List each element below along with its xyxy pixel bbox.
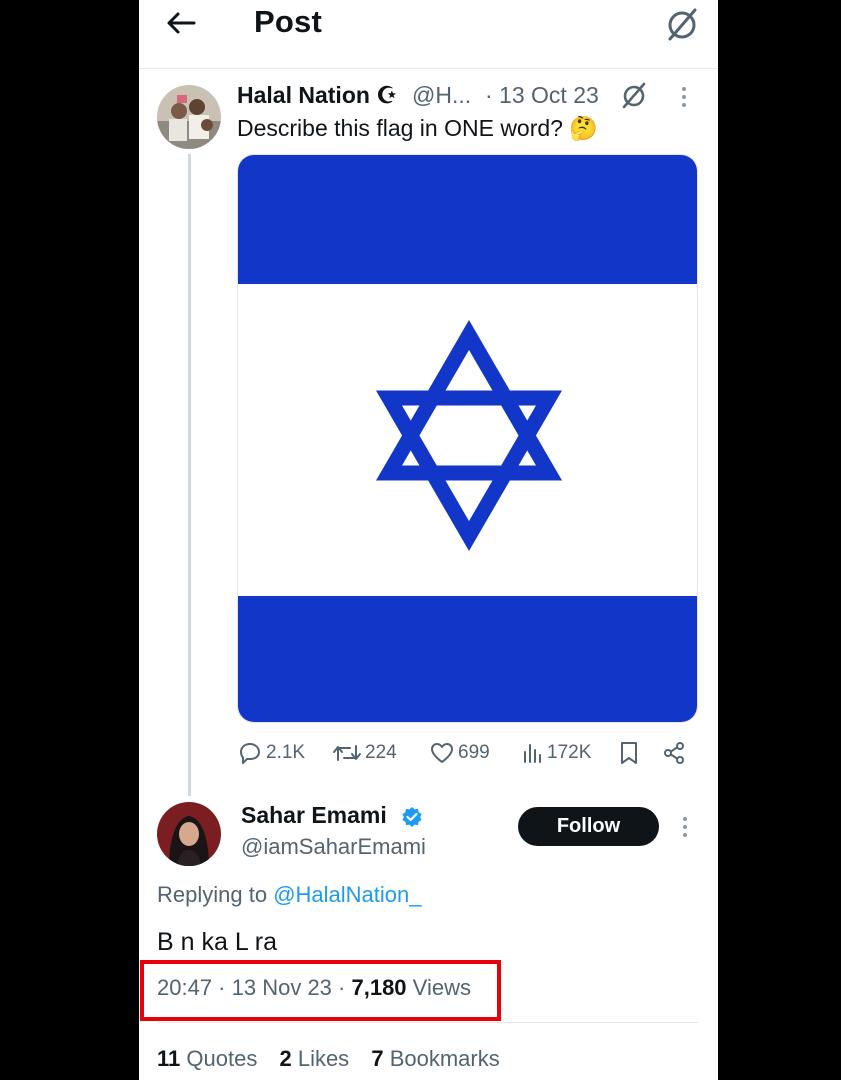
quotes-stat[interactable]: 11 Quotes: [157, 1046, 257, 1071]
like-button[interactable]: 699: [429, 738, 490, 768]
likes-count: 2: [279, 1046, 292, 1071]
verified-badge-icon: [401, 806, 423, 828]
grok-icon: [622, 82, 646, 109]
back-button[interactable]: [161, 6, 201, 46]
profile-photo: [157, 85, 221, 149]
more-vertical-icon: [683, 817, 687, 837]
analytics-icon: [524, 744, 541, 763]
thread-line: [188, 154, 191, 796]
tweet-meta: 20:47 · 13 Nov 23 · 7,180 Views: [157, 975, 471, 1000]
more-options-button[interactable]: [672, 84, 696, 110]
repost-icon: [333, 745, 361, 761]
quotes-count: 11: [157, 1046, 181, 1071]
grok-icon: [668, 8, 697, 41]
author-name[interactable]: Sahar Emami: [241, 802, 387, 829]
like-count: 699: [458, 742, 490, 763]
bookmarks-stat[interactable]: 7 Bookmarks: [371, 1046, 499, 1071]
tweet-time[interactable]: 20:47: [157, 975, 212, 1000]
avatar[interactable]: [157, 802, 221, 866]
quotes-label: Quotes: [186, 1046, 258, 1071]
avatar[interactable]: [157, 85, 221, 149]
likes-stat[interactable]: 2 Likes: [279, 1046, 349, 1071]
grok-explain-button[interactable]: [619, 80, 649, 110]
bookmarks-label: Bookmarks: [389, 1046, 500, 1071]
israel-flag-image: [238, 155, 697, 722]
profile-photo: [157, 802, 221, 866]
reply-icon: [240, 743, 260, 764]
top-bar: Post: [139, 0, 718, 69]
tweet-text: Describe this flag in ONE word? 🤔: [237, 115, 598, 141]
bookmark-button[interactable]: [617, 738, 641, 768]
heart-icon: [431, 743, 453, 763]
likes-label: Likes: [297, 1046, 350, 1071]
more-options-button[interactable]: [673, 814, 697, 840]
views-button[interactable]: 172K: [522, 738, 591, 768]
share-button[interactable]: [661, 738, 687, 768]
tweet-image[interactable]: [237, 154, 698, 723]
author-handle[interactable]: @iamSaharEmami: [241, 834, 426, 860]
views-count: 7,180: [351, 975, 407, 1000]
reply-button[interactable]: 2.1K: [237, 738, 305, 768]
grok-button[interactable]: [662, 4, 702, 44]
follow-button[interactable]: Follow: [518, 807, 659, 846]
repost-count: 224: [365, 742, 397, 763]
divider: [157, 1022, 698, 1023]
author-handle[interactable]: @H...: [412, 82, 471, 109]
author-name[interactable]: Halal Nation ☪: [237, 82, 397, 109]
reply-count: 2.1K: [266, 742, 306, 763]
replying-handle-link[interactable]: @HalalNation_: [273, 882, 421, 907]
crescent-badge-icon: ☪: [376, 82, 397, 108]
replying-prefix: Replying to: [157, 882, 268, 907]
bookmark-icon: [621, 742, 637, 764]
views-count: 172K: [547, 742, 592, 763]
tweet-text: B n ka L ra: [157, 928, 277, 956]
tweet-actions: 2.1K 224 699 172K: [237, 738, 697, 768]
repost-button[interactable]: 224: [332, 738, 397, 768]
share-icon: [664, 742, 684, 764]
tweet-date[interactable]: 13 Nov 23: [232, 975, 332, 1000]
arrow-left-icon: [167, 12, 196, 34]
replying-to: Replying to @HalalNation_: [157, 882, 422, 908]
author-name-text: Halal Nation: [237, 82, 370, 108]
page-title: Post: [254, 4, 322, 39]
views-label: Views: [412, 975, 471, 1000]
engagement-stats: 11 Quotes 2 Likes 7 Bookmarks: [157, 1046, 516, 1072]
tweet-date[interactable]: · 13 Oct 23: [485, 82, 599, 109]
more-vertical-icon: [682, 87, 686, 107]
bookmarks-count: 7: [371, 1046, 384, 1071]
post-screen: Post Halal Nation ☪ @H... · 13 Oct 23 De…: [139, 0, 718, 1080]
